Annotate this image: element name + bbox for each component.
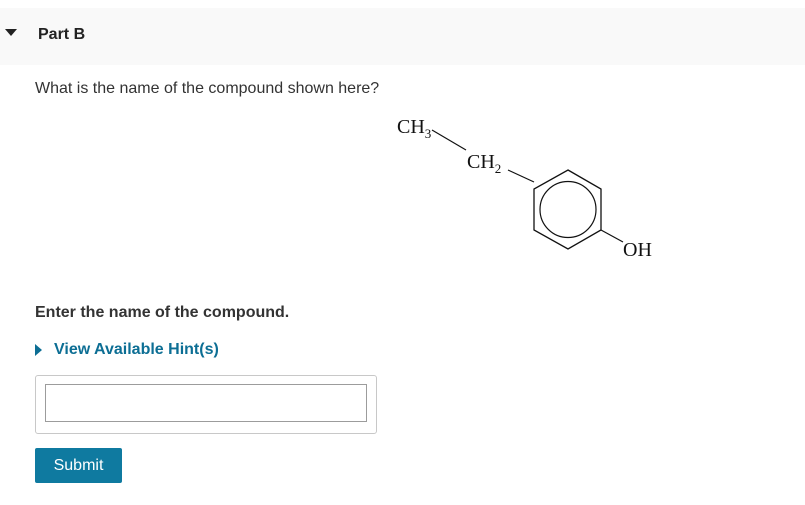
compound-name-input[interactable]: [45, 384, 367, 422]
label-ch3: CH3: [397, 116, 431, 141]
label-oh: OH: [623, 239, 652, 261]
bond-ch2-ring: [507, 169, 535, 183]
view-hints-label: View Available Hint(s): [54, 341, 219, 358]
benzene-aromatic-circle: [539, 180, 597, 239]
part-title: Part B: [38, 26, 86, 43]
question-text: What is the name of the compound shown h…: [35, 80, 380, 97]
label-ch2: CH2: [467, 151, 501, 176]
part-header[interactable]: [0, 8, 805, 65]
answer-container: [35, 375, 377, 434]
view-hints-link[interactable]: View Available Hint(s): [35, 340, 219, 360]
chevron-down-icon[interactable]: [5, 29, 17, 36]
question-page: Part B What is the name of the compound …: [0, 0, 805, 505]
answer-prompt: Enter the name of the compound.: [35, 304, 290, 321]
chevron-right-icon: [35, 344, 42, 356]
bond-ring-oh: [600, 229, 624, 243]
compound-structure: CH3 CH2 OH: [397, 116, 652, 261]
submit-button[interactable]: Submit: [35, 448, 122, 483]
bond-ch3-ch2: [431, 129, 467, 151]
